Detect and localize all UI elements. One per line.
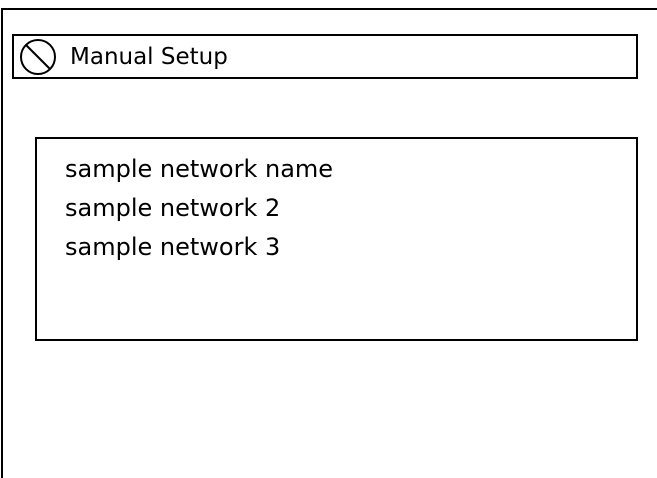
manual-setup-button[interactable]: Manual Setup — [12, 34, 638, 79]
network-item[interactable]: sample network name — [65, 151, 636, 190]
manual-setup-label: Manual Setup — [70, 43, 228, 70]
network-item[interactable]: sample network 2 — [65, 190, 636, 229]
no-entry-icon — [14, 37, 62, 77]
network-item[interactable]: sample network 3 — [65, 229, 636, 268]
network-list: sample network name sample network 2 sam… — [35, 137, 638, 341]
